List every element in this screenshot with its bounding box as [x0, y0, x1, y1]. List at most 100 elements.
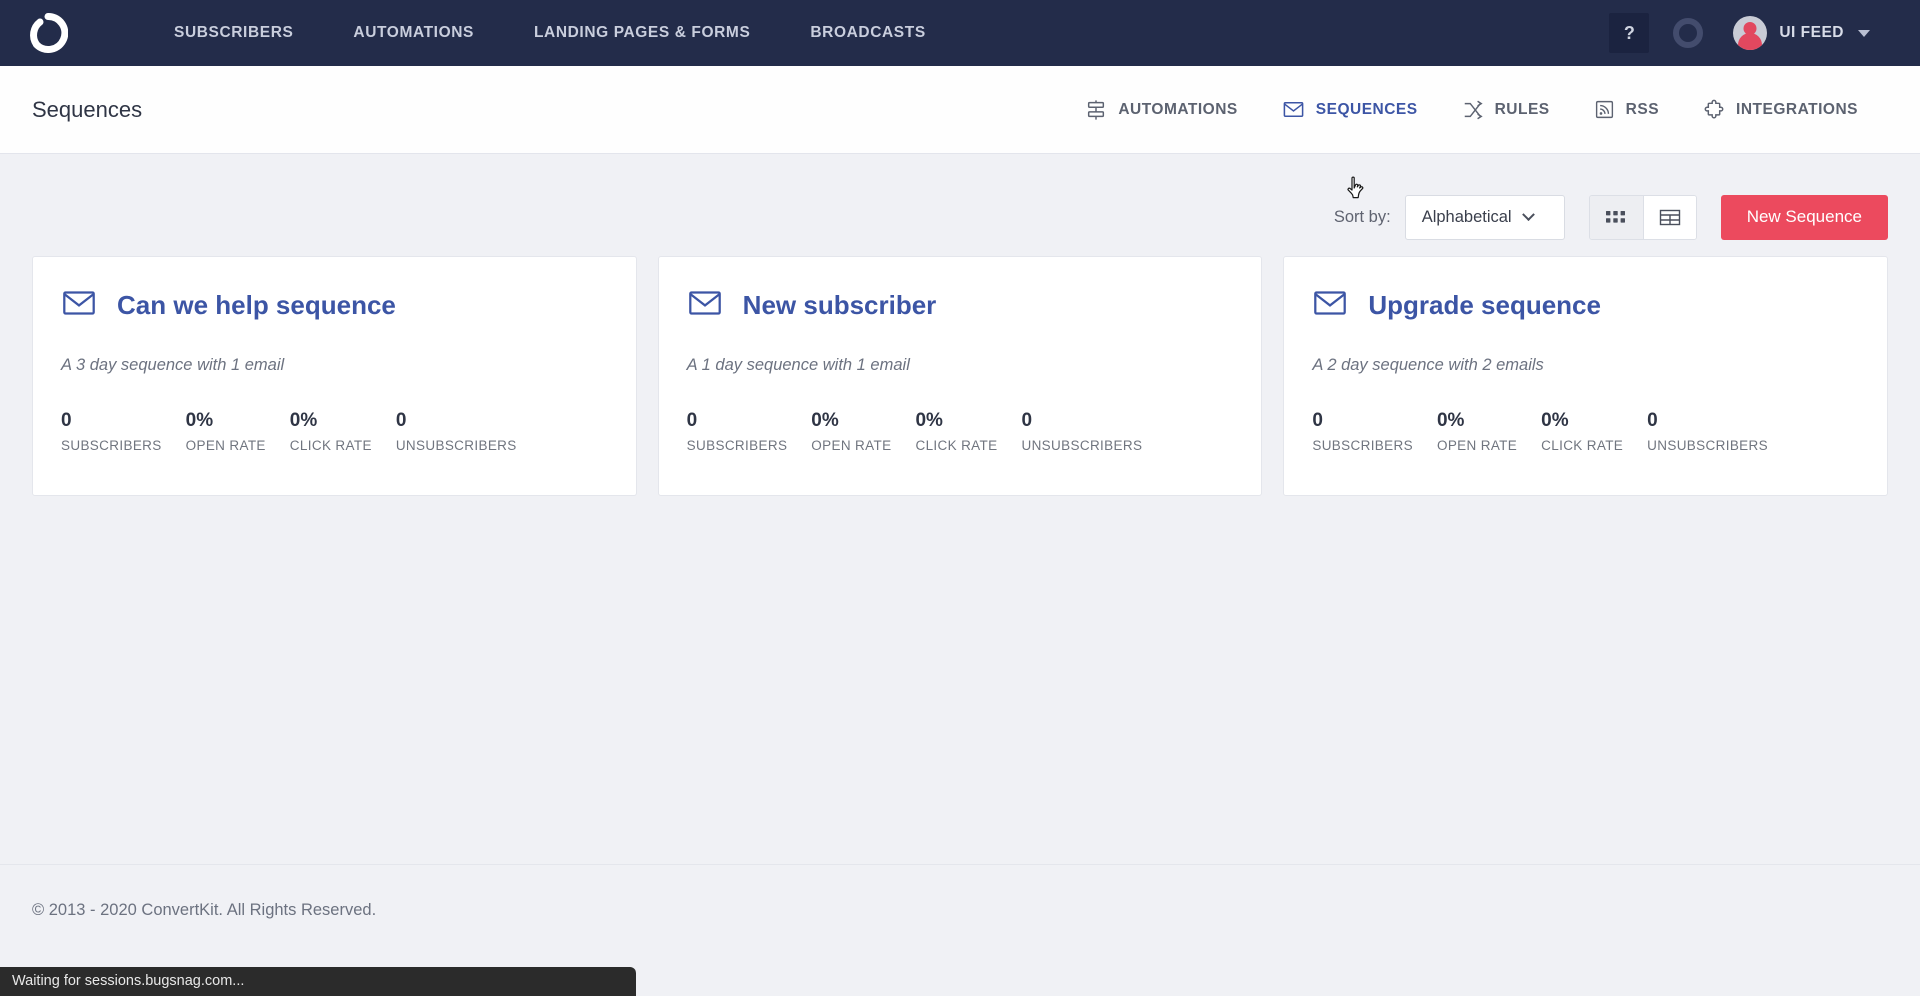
stat-value: 0%	[1436, 410, 1465, 431]
sequence-description: A 2 day sequence with 2 emails	[1312, 356, 1544, 374]
stat-label: CLICK RATE	[289, 437, 372, 453]
table-icon	[1659, 209, 1680, 225]
sequence-card[interactable]: Can we help sequence A 3 day sequence wi…	[32, 256, 637, 496]
top-navbar: SUBSCRIBERS AUTOMATIONS LANDING PAGES & …	[0, 0, 1920, 66]
shuffle-icon	[1462, 99, 1484, 121]
page-title: Sequences	[32, 96, 143, 122]
sequence-title: Can we help sequence	[117, 290, 396, 320]
rss-icon	[1594, 99, 1615, 120]
account-menu[interactable]: UI FEED	[1733, 16, 1870, 50]
stat-open-rate: 0% OPEN RATE	[1437, 409, 1517, 453]
sequence-card-header: Can we help sequence	[61, 285, 608, 326]
stat-unsubscribers: 0 UNSUBSCRIBERS	[1021, 409, 1142, 453]
sequence-description: A 1 day sequence with 1 email	[686, 356, 910, 374]
sequence-title: Upgrade sequence	[1368, 290, 1601, 320]
subnav-sequences[interactable]: SEQUENCES	[1260, 88, 1440, 131]
stat-label: UNSUBSCRIBERS	[395, 437, 517, 453]
stat-unsubscribers: 0 UNSUBSCRIBERS	[1647, 409, 1768, 453]
sequence-card-header: Upgrade sequence	[1312, 285, 1859, 326]
topbar-right-group: ? UI FEED	[1609, 13, 1898, 53]
stat-subscribers: 0 SUBSCRIBERS	[687, 409, 788, 453]
nav-landing-pages-forms[interactable]: LANDING PAGES & FORMS	[504, 2, 780, 64]
convertkit-logo-icon	[30, 13, 68, 53]
envelope-icon	[687, 285, 723, 326]
stat-value: 0	[61, 410, 72, 431]
stat-value: 0%	[915, 410, 943, 431]
stat-open-rate: 0% OPEN RATE	[811, 409, 891, 453]
secondary-nav: AUTOMATIONS SEQUENCES RULES RSS INTEGRAT…	[1063, 88, 1888, 131]
sequence-card-grid: Can we help sequence A 3 day sequence wi…	[0, 250, 1920, 496]
stat-value: 0	[395, 410, 407, 431]
subnav-rules[interactable]: RULES	[1440, 89, 1572, 131]
table-view-button[interactable]	[1642, 195, 1696, 239]
sequence-stats: 0 SUBSCRIBERS 0% OPEN RATE 0% CLICK RATE…	[1312, 409, 1859, 453]
stat-click-rate: 0% CLICK RATE	[1541, 409, 1623, 453]
envelope-icon	[1282, 98, 1305, 121]
avatar	[1733, 16, 1768, 50]
sequence-stats: 0 SUBSCRIBERS 0% OPEN RATE 0% CLICK RATE…	[687, 409, 1234, 453]
stat-label: CLICK RATE	[1541, 437, 1624, 453]
sequence-card[interactable]: Upgrade sequence A 2 day sequence with 2…	[1283, 256, 1889, 496]
stat-subscribers: 0 SUBSCRIBERS	[1312, 409, 1413, 453]
nav-automations[interactable]: AUTOMATIONS	[323, 2, 504, 64]
subnav-rules-label: RULES	[1494, 100, 1550, 118]
sort-select-value: Alphabetical	[1421, 207, 1512, 226]
sequence-description: A 3 day sequence with 1 email	[61, 356, 285, 374]
nav-subscribers[interactable]: SUBSCRIBERS	[144, 2, 323, 64]
stat-unsubscribers: 0 UNSUBSCRIBERS	[396, 409, 517, 453]
stat-click-rate: 0% CLICK RATE	[290, 409, 372, 453]
sequence-card-header: New subscriber	[687, 285, 1234, 326]
subnav-rss-label: RSS	[1625, 100, 1660, 118]
view-toggle-group	[1588, 194, 1697, 240]
puzzle-icon	[1703, 99, 1725, 121]
stat-value: 0%	[185, 410, 214, 431]
stat-value: 0	[1021, 410, 1033, 431]
grid-icon	[1606, 211, 1626, 223]
stat-value: 0	[1312, 410, 1323, 431]
sequence-stats: 0 SUBSCRIBERS 0% OPEN RATE 0% CLICK RATE…	[61, 409, 608, 453]
sort-select[interactable]: Alphabetical	[1404, 194, 1565, 240]
list-toolbar: Sort by: Alphabetical New Sequence	[0, 154, 1920, 250]
subnav-automations-label: AUTOMATIONS	[1118, 100, 1238, 118]
subnav-integrations[interactable]: INTEGRATIONS	[1681, 89, 1880, 131]
flowchart-icon	[1085, 99, 1107, 121]
status-ring-icon[interactable]	[1673, 18, 1704, 48]
stat-label: OPEN RATE	[185, 437, 266, 453]
account-name: UI FEED	[1779, 24, 1844, 41]
help-button[interactable]: ?	[1609, 13, 1650, 53]
envelope-icon	[1312, 285, 1348, 326]
stat-subscribers: 0 SUBSCRIBERS	[61, 409, 162, 453]
stat-label: UNSUBSCRIBERS	[1021, 437, 1143, 453]
subnav-rss[interactable]: RSS	[1572, 89, 1681, 130]
stat-label: UNSUBSCRIBERS	[1647, 437, 1768, 453]
stat-label: SUBSCRIBERS	[686, 437, 788, 453]
copyright-text: © 2013 - 2020 ConvertKit. All Rights Res…	[32, 901, 377, 919]
sort-by-label: Sort by:	[1333, 207, 1391, 226]
stat-value: 0	[1647, 410, 1658, 431]
stat-label: CLICK RATE	[915, 437, 998, 453]
stat-label: SUBSCRIBERS	[1312, 437, 1413, 453]
nav-broadcasts[interactable]: BROADCASTS	[780, 2, 955, 64]
stat-value: 0	[686, 410, 698, 431]
new-sequence-button[interactable]: New Sequence	[1720, 194, 1888, 240]
stat-open-rate: 0% OPEN RATE	[186, 409, 266, 453]
stat-label: SUBSCRIBERS	[61, 437, 162, 453]
primary-nav: SUBSCRIBERS AUTOMATIONS LANDING PAGES & …	[144, 2, 956, 64]
stat-label: OPEN RATE	[811, 437, 892, 453]
subnav-integrations-label: INTEGRATIONS	[1736, 100, 1858, 118]
sequence-card[interactable]: New subscriber A 1 day sequence with 1 e…	[657, 256, 1263, 496]
browser-status-bar: Waiting for sessions.bugsnag.com...	[0, 967, 636, 996]
subnav-sequences-label: SEQUENCES	[1315, 100, 1418, 118]
sub-header: Sequences AUTOMATIONS SEQUENCES RULES RS…	[0, 66, 1920, 199]
stat-label: OPEN RATE	[1436, 437, 1518, 453]
grid-view-button[interactable]	[1589, 195, 1643, 239]
envelope-icon	[61, 285, 97, 326]
sequence-title: New subscriber	[742, 290, 937, 320]
chevron-down-icon	[1858, 29, 1870, 37]
chevron-down-icon	[1521, 207, 1535, 221]
stat-value: 0%	[811, 410, 839, 431]
stat-click-rate: 0% CLICK RATE	[915, 409, 997, 453]
convertkit-logo-link[interactable]	[28, 13, 84, 53]
stat-value: 0%	[1541, 410, 1569, 431]
subnav-automations[interactable]: AUTOMATIONS	[1063, 89, 1259, 131]
